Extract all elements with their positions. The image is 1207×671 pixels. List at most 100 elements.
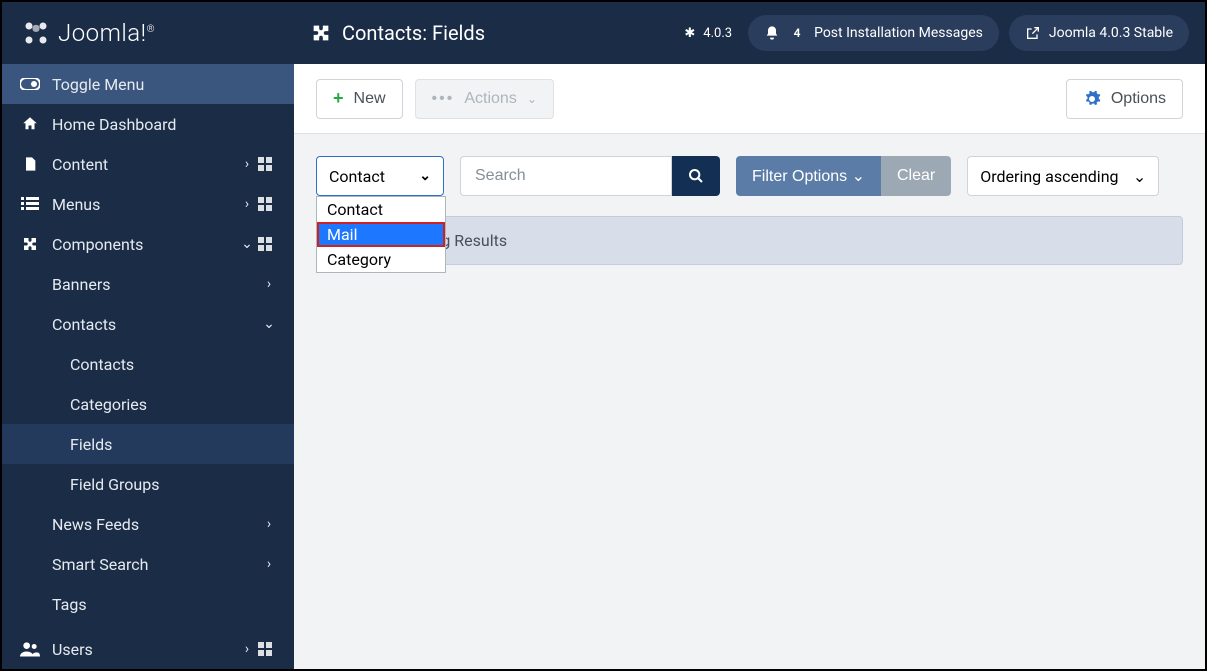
chevron-right-icon: › <box>258 516 280 532</box>
chevron-down-icon: ⌄ <box>419 168 431 184</box>
sidebar-item-label: Categories <box>70 395 147 414</box>
ordering-select[interactable]: Ordering ascending ⌄ <box>967 156 1159 196</box>
post-install-label: Post Installation Messages <box>814 25 983 41</box>
chevron-right-icon: › <box>258 276 280 292</box>
sidebar-item-label: Contacts <box>52 315 116 334</box>
clear-label: Clear <box>897 167 935 184</box>
sidebar-item-label: Users <box>52 640 93 659</box>
ellipsis-icon: ••• <box>432 90 455 108</box>
sidebar-item-label: Content <box>52 155 108 174</box>
sidebar-item-users[interactable]: Users › <box>2 629 294 669</box>
options-button-label: Options <box>1111 90 1166 108</box>
joomla-logo-icon <box>22 19 50 47</box>
toggle-icon <box>20 78 40 90</box>
filter-group: Filter Options ⌄ Clear <box>736 156 951 196</box>
notification-count: 4 <box>788 24 806 42</box>
sidebar-item-field-groups[interactable]: Field Groups <box>2 464 294 504</box>
chevron-down-icon: ⌄ <box>852 168 865 185</box>
new-button-label: New <box>354 90 386 108</box>
toggle-menu-button[interactable]: Toggle Menu <box>2 64 294 104</box>
search-icon <box>672 168 720 184</box>
toggle-menu-label: Toggle Menu <box>52 75 144 94</box>
sidebar-item-contacts[interactable]: Contacts <box>2 344 294 384</box>
sidebar-item-content[interactable]: Content › <box>2 144 294 184</box>
stable-label: Joomla 4.0.3 Stable <box>1049 25 1173 41</box>
sidebar-item-label: Tags <box>52 595 87 614</box>
sidebar-item-categories[interactable]: Categories <box>2 384 294 424</box>
sidebar-item-news-feeds[interactable]: News Feeds › <box>2 504 294 544</box>
context-select[interactable]: Contact ⌄ <box>316 156 444 196</box>
sidebar-item-banners[interactable]: Banners › <box>2 264 294 304</box>
chevron-down-icon: ⌄ <box>236 236 258 252</box>
clear-button[interactable]: Clear <box>881 156 951 196</box>
sidebar-item-home[interactable]: Home Dashboard <box>2 104 294 144</box>
sidebar-item-label: Fields <box>70 435 112 454</box>
sidebar: Joomla!® Toggle Menu Home Dashboard Cont… <box>2 2 294 669</box>
context-select-wrap: Contact ⌄ Contact Mail Category <box>316 156 444 196</box>
chevron-right-icon: › <box>236 156 258 172</box>
search-input[interactable] <box>460 156 672 196</box>
sidebar-item-menus[interactable]: Menus › <box>2 184 294 224</box>
sidebar-item-label: Banners <box>52 275 111 294</box>
chevron-right-icon: › <box>236 641 258 657</box>
post-install-messages-button[interactable]: 4 Post Installation Messages <box>748 15 999 51</box>
grid-icon[interactable] <box>258 157 280 171</box>
chevron-right-icon: › <box>236 196 258 212</box>
external-link-icon <box>1025 25 1041 41</box>
brand-name: Joomla!® <box>58 19 155 47</box>
plus-icon: + <box>333 88 344 109</box>
chevron-down-icon: ⌄ <box>1133 167 1146 186</box>
filter-options-label: Filter Options <box>752 168 847 185</box>
sidebar-item-label: Components <box>52 235 143 254</box>
joomla-mini-icon: ✱ <box>684 26 695 41</box>
context-option-category[interactable]: Category <box>317 247 445 272</box>
list-icon <box>20 197 40 211</box>
sidebar-item-components[interactable]: Components ⌄ <box>2 224 294 264</box>
sidebar-item-fields[interactable]: Fields <box>2 424 294 464</box>
page-title: Contacts: Fields <box>310 21 668 45</box>
chevron-down-icon: ⌄ <box>527 92 537 106</box>
chevron-down-icon: ⌄ <box>258 316 280 332</box>
grid-icon[interactable] <box>258 642 280 656</box>
file-icon <box>20 155 40 173</box>
users-icon <box>20 641 40 657</box>
sidebar-item-label: Smart Search <box>52 555 148 574</box>
home-icon <box>20 115 40 133</box>
ordering-select-value: Ordering ascending <box>980 167 1118 186</box>
context-dropdown: Contact Mail Category <box>316 196 446 273</box>
context-option-mail[interactable]: Mail <box>317 222 445 247</box>
sidebar-item-label: Home Dashboard <box>52 115 176 134</box>
results-message: No Matching Results <box>316 216 1183 265</box>
grid-icon[interactable] <box>258 197 280 211</box>
gear-icon <box>1083 90 1101 108</box>
filter-options-button[interactable]: Filter Options ⌄ <box>736 156 881 196</box>
sidebar-item-label: Field Groups <box>70 475 159 494</box>
topbar: Contacts: Fields ✱ 4.0.3 4 Post Installa… <box>294 2 1205 64</box>
version-indicator[interactable]: ✱ 4.0.3 <box>678 18 738 48</box>
main-content: Contacts: Fields ✱ 4.0.3 4 Post Installa… <box>294 2 1205 669</box>
options-button[interactable]: Options <box>1066 79 1183 119</box>
sidebar-item-contacts-parent[interactable]: Contacts ⌄ <box>2 304 294 344</box>
search-group <box>460 156 720 196</box>
sidebar-item-label: Contacts <box>70 355 134 374</box>
context-option-contact[interactable]: Contact <box>317 197 445 222</box>
sidebar-item-label: Menus <box>52 195 100 214</box>
new-button[interactable]: + New <box>316 79 403 119</box>
search-button[interactable] <box>672 156 720 196</box>
sidebar-item-label: News Feeds <box>52 515 139 534</box>
page-title-text: Contacts: Fields <box>342 21 485 45</box>
bell-icon <box>764 25 780 41</box>
toolbar: + New ••• Actions ⌄ Options <box>294 64 1205 134</box>
actions-button[interactable]: ••• Actions ⌄ <box>415 79 554 119</box>
sidebar-item-tags[interactable]: Tags <box>2 584 294 624</box>
puzzle-icon <box>20 235 40 253</box>
actions-button-label: Actions <box>464 90 516 108</box>
puzzle-icon <box>310 22 332 44</box>
filter-row: Contact ⌄ Contact Mail Category <box>294 134 1205 196</box>
sidebar-item-smart-search[interactable]: Smart Search › <box>2 544 294 584</box>
chevron-right-icon: › <box>258 556 280 572</box>
brand[interactable]: Joomla!® <box>2 2 294 64</box>
context-select-value: Contact <box>329 167 385 186</box>
joomla-stable-button[interactable]: Joomla 4.0.3 Stable <box>1009 15 1189 51</box>
grid-icon[interactable] <box>258 237 280 251</box>
